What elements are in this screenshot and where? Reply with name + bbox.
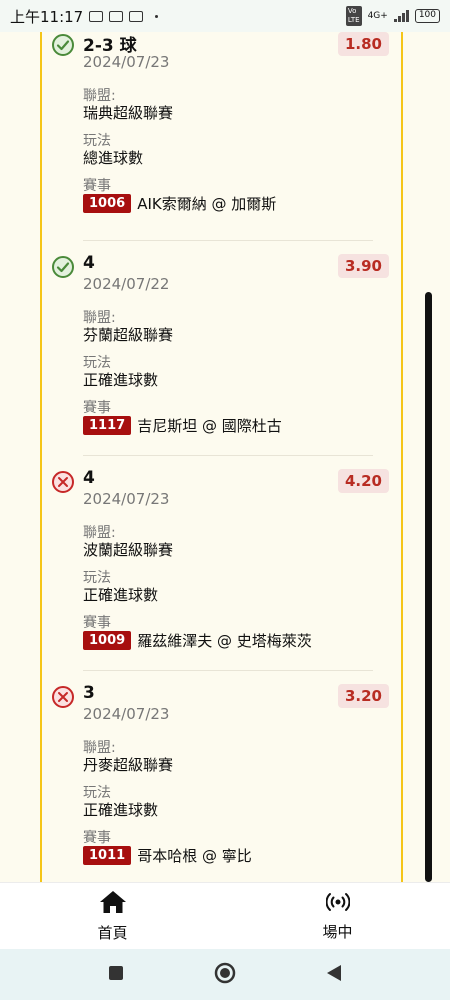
won-check-icon <box>52 34 74 56</box>
bet-item[interactable]: 2-3 球 2024/07/23 1.80 聯盟: 瑞典超級聯賽 玩法 總進球數… <box>42 32 401 240</box>
bet-item[interactable]: 4 2024/07/22 3.90 聯盟: 芬蘭超級聯賽 玩法 正確進球數 賽事… <box>42 240 401 455</box>
nav-home[interactable]: 首頁 <box>0 883 225 949</box>
match-label: 賽事 <box>83 830 111 846</box>
bet-date: 2024/07/22 <box>83 275 170 293</box>
home-button[interactable] <box>214 962 236 988</box>
scrollbar[interactable] <box>425 292 432 882</box>
bet-odds: 4.20 <box>337 469 389 493</box>
match-row: 1011 哥本哈根 @ 寧比 <box>83 845 252 866</box>
league-value: 芬蘭超級聯賽 <box>83 326 174 344</box>
match-row: 1117 吉尼斯坦 @ 國際杜古 <box>83 415 282 436</box>
match-name: 羅茲維澤夫 @ 史塔梅萊茨 <box>137 632 312 650</box>
play-value: 總進球數 <box>83 149 144 167</box>
match-label: 賽事 <box>83 615 111 631</box>
play-value: 正確進球數 <box>83 371 159 389</box>
bet-date: 2024/07/23 <box>83 705 170 723</box>
match-row: 1006 AIK索爾納 @ 加爾斯 <box>83 193 276 214</box>
item-divider <box>83 455 373 456</box>
notification-icons <box>89 10 159 22</box>
bet-pick: 4 <box>83 253 95 273</box>
more-notifications-icon <box>155 14 159 18</box>
battery-level: 100 <box>418 10 436 20</box>
message-icon <box>89 10 104 22</box>
nav-live[interactable]: 場中 <box>225 883 450 949</box>
league-value: 波蘭超級聯賽 <box>83 541 174 559</box>
battery-icon: 100 <box>414 9 440 23</box>
back-button[interactable] <box>326 964 342 986</box>
volte-icon: Vo LTE <box>345 6 362 26</box>
play-value: 正確進球數 <box>83 801 159 819</box>
app-icon <box>129 10 144 22</box>
lost-x-icon <box>52 686 74 708</box>
bet-odds: 3.20 <box>337 684 389 708</box>
item-divider <box>83 670 373 671</box>
bet-list[interactable]: 2-3 球 2024/07/23 1.80 聯盟: 瑞典超級聯賽 玩法 總進球數… <box>42 32 401 882</box>
match-name: 哥本哈根 @ 寧比 <box>137 847 252 865</box>
status-time: 上午11:17 <box>10 7 84 26</box>
bet-pick: 3 <box>83 683 95 703</box>
match-row: 1009 羅茲維澤夫 @ 史塔梅萊茨 <box>83 630 312 651</box>
play-value: 正確進球數 <box>83 586 159 604</box>
bet-date: 2024/07/23 <box>83 53 170 71</box>
match-number-badge: 1117 <box>83 416 132 435</box>
match-number-badge: 1011 <box>83 846 132 865</box>
bet-item[interactable]: 3 2024/07/23 3.20 聯盟: 丹麥超級聯賽 玩法 正確進球數 賽事… <box>42 670 401 882</box>
right-rail <box>401 32 403 882</box>
status-right: Vo LTE 4G+ 100 <box>345 6 440 26</box>
match-name: 吉尼斯坦 @ 國際杜古 <box>137 417 282 435</box>
chat-icon <box>109 10 124 22</box>
match-number-badge: 1006 <box>83 194 132 213</box>
status-bar: 上午11:17 Vo LTE 4G+ 100 <box>0 0 450 32</box>
bottom-nav: 首頁 場中 <box>0 882 450 949</box>
match-name: AIK索爾納 @ 加爾斯 <box>137 195 277 213</box>
league-value: 瑞典超級聯賽 <box>83 104 174 122</box>
won-check-icon <box>52 256 74 278</box>
broadcast-icon <box>325 891 350 917</box>
signal-icon <box>393 10 409 22</box>
bet-odds: 1.80 <box>337 32 389 56</box>
match-label: 賽事 <box>83 178 111 194</box>
item-divider <box>83 240 373 241</box>
network-type: 4G+ <box>367 11 388 21</box>
system-nav-bar <box>0 949 450 1000</box>
recents-button[interactable] <box>108 965 124 985</box>
bet-date: 2024/07/23 <box>83 490 170 508</box>
match-number-badge: 1009 <box>83 631 132 650</box>
bet-odds: 3.90 <box>337 254 389 278</box>
bet-pick: 4 <box>83 468 95 488</box>
bet-item[interactable]: 4 2024/07/23 4.20 聯盟: 波蘭超級聯賽 玩法 正確進球數 賽事… <box>42 455 401 670</box>
league-value: 丹麥超級聯賽 <box>83 756 174 774</box>
lost-x-icon <box>52 471 74 493</box>
home-icon <box>99 890 127 918</box>
nav-live-label: 場中 <box>322 922 353 941</box>
match-label: 賽事 <box>83 400 111 416</box>
nav-home-label: 首頁 <box>97 923 128 942</box>
